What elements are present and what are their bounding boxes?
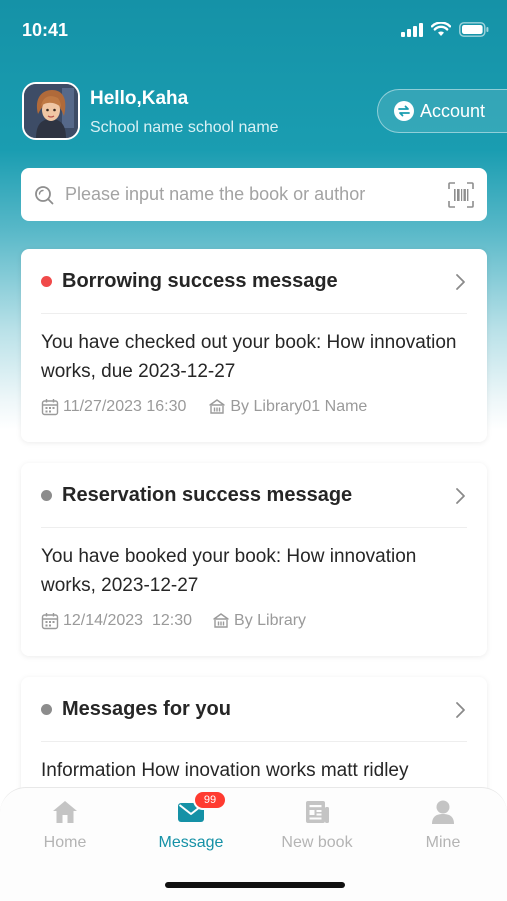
home-icon [53, 801, 77, 823]
message-title: Messages for you [62, 697, 231, 720]
avatar[interactable] [22, 82, 80, 140]
greeting-text: Hello,Kaha [90, 88, 189, 109]
tab-home[interactable]: Home [2, 796, 128, 852]
tab-label: New book [281, 834, 353, 851]
home-indicator [165, 882, 345, 888]
message-source: By Library [212, 612, 306, 630]
switch-account-icon [394, 101, 414, 121]
school-name: School name school name [90, 119, 279, 136]
status-icons [401, 22, 489, 37]
library-icon [213, 613, 229, 628]
status-time: 10:41 [22, 20, 69, 40]
tab-label: Message [158, 834, 224, 851]
read-status-dot [41, 489, 52, 501]
message-source: By Library01 Name [208, 398, 367, 416]
message-body: You have checked out your book: How inno… [41, 332, 457, 382]
message-card[interactable]: Reservation success message You have boo… [21, 463, 487, 656]
person-icon [432, 800, 454, 824]
signal-icon [401, 22, 423, 37]
message-title: Reservation success message [62, 483, 353, 506]
search-icon [35, 185, 54, 204]
message-date-text: 11/27/2023 16:30 [63, 398, 187, 415]
message-source-text: By Library01 Name [230, 398, 368, 415]
newspaper-icon [306, 801, 329, 823]
message-date: 12/14/2023 12:30 [41, 612, 192, 630]
message-card[interactable]: Borrowing success message You have check… [21, 249, 487, 442]
wifi-icon [431, 22, 451, 36]
tab-mine[interactable]: Mine [380, 796, 506, 852]
tab-label: Mine [425, 834, 461, 851]
chevron-right-icon[interactable] [455, 487, 467, 505]
message-source-text: By Library [234, 612, 307, 629]
calendar-icon [41, 399, 59, 416]
status-bar: 10:41 [0, 0, 507, 60]
chevron-right-icon[interactable] [455, 701, 467, 719]
barcode-scan-icon[interactable] [447, 181, 475, 209]
battery-icon [459, 22, 489, 37]
read-status-dot [41, 703, 52, 715]
message-card-header[interactable]: Borrowing success message [41, 249, 467, 314]
message-card-header[interactable]: Reservation success message [41, 463, 467, 528]
message-meta: 11/27/2023 16:30 By Library01 Name [41, 398, 467, 416]
message-body: Information How inovation works matt rid… [41, 760, 409, 781]
calendar-icon [41, 613, 59, 630]
message-date: 11/27/2023 16:30 [41, 398, 186, 416]
search-bar [21, 168, 487, 221]
profile-header: Hello,Kaha School name school name Accou… [22, 82, 507, 142]
tab-message[interactable]: 99 Message [128, 792, 254, 852]
unread-count-badge: 99 [195, 792, 225, 808]
message-title: Borrowing success message [62, 269, 338, 292]
message-meta: 12/14/2023 12:30 By Library [41, 612, 467, 630]
tab-label: Home [43, 834, 87, 851]
chevron-right-icon[interactable] [455, 273, 467, 291]
search-input[interactable] [63, 183, 447, 206]
account-label: Account [420, 100, 486, 121]
unread-status-dot [41, 275, 52, 287]
library-icon [209, 399, 226, 414]
account-button[interactable]: Account [377, 89, 507, 133]
message-date-text: 12/14/2023 12:30 [63, 612, 193, 629]
message-card-header[interactable]: Messages for you [41, 677, 467, 742]
tab-new-book[interactable]: New book [254, 796, 380, 852]
bottom-tab-bar: Home 99 Message New book Mine [0, 787, 507, 901]
message-body: You have booked your book: How innovatio… [41, 546, 417, 596]
